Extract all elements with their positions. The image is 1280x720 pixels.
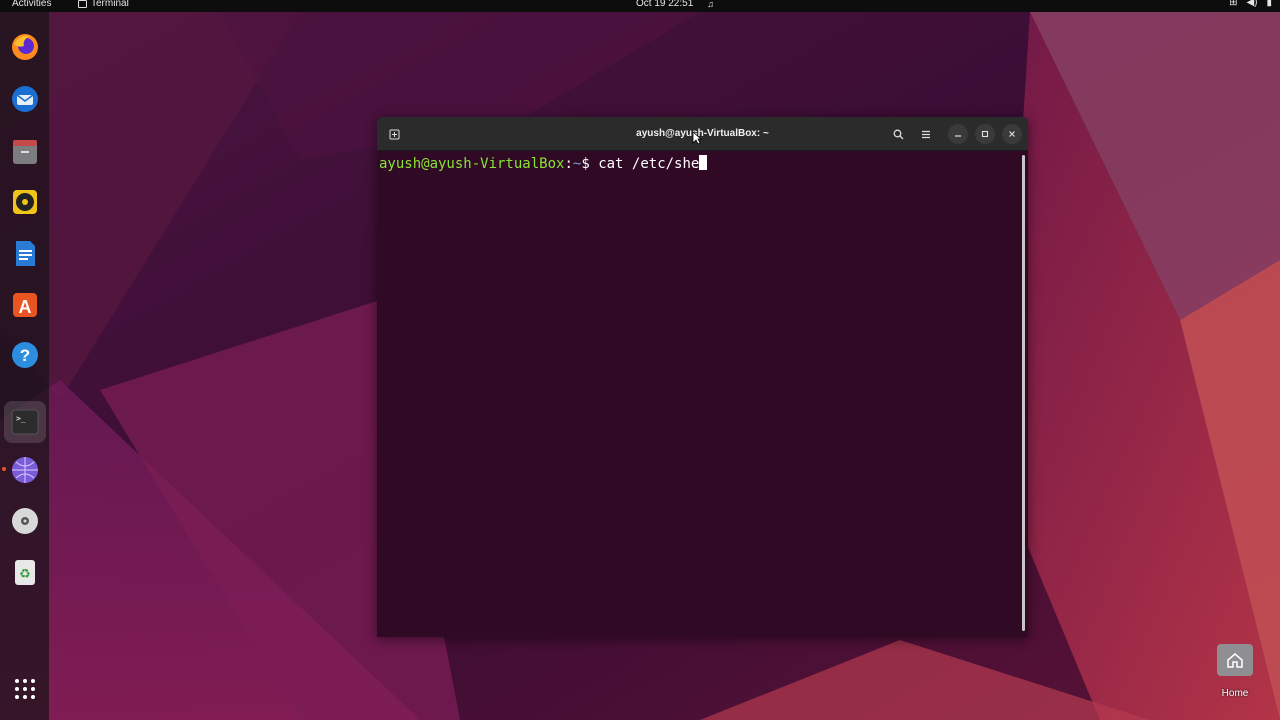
hamburger-icon — [922, 130, 930, 138]
terminal-small-icon — [78, 0, 87, 8]
minimize-button[interactable] — [948, 124, 968, 144]
menu-button[interactable] — [916, 124, 936, 144]
terminal-scrollbar[interactable] — [1022, 155, 1025, 631]
search-icon — [893, 129, 903, 139]
trash-icon[interactable]: ♻ — [8, 555, 42, 589]
top-bar: Activities Terminal Oct 19 22:51 ♫ ⊞ ◀) … — [0, 0, 1280, 12]
writer-icon[interactable] — [8, 236, 42, 270]
rhythmbox-icon[interactable] — [8, 185, 42, 219]
close-button[interactable] — [1002, 124, 1022, 144]
terminal-content[interactable]: ayush@ayush-VirtualBox:~$ cat /etc/she — [379, 155, 1020, 637]
maximize-button[interactable] — [975, 124, 995, 144]
svg-text:>_: >_ — [16, 414, 26, 423]
battery-icon: ▮ — [1266, 0, 1272, 8]
help-icon[interactable]: ? — [8, 338, 42, 372]
show-apps-icon[interactable] — [8, 672, 42, 706]
system-tray[interactable]: ⊞ ◀) ▮ — [1229, 0, 1272, 8]
files-icon[interactable] — [8, 134, 42, 168]
svg-text:A: A — [19, 297, 32, 317]
prompt-symbol: $ — [581, 156, 590, 172]
search-button[interactable] — [888, 124, 908, 144]
desktop-home-folder[interactable]: Home — [1214, 644, 1256, 699]
app-menu[interactable]: Terminal — [78, 0, 129, 9]
typed-command: cat /etc/she — [598, 156, 700, 172]
home-folder-label: Home — [1221, 688, 1249, 699]
terminal-icon[interactable]: >_ — [4, 401, 46, 443]
clock[interactable]: Oct 19 22:51 ♫ — [636, 0, 714, 9]
close-icon — [1009, 131, 1015, 137]
app-center-icon[interactable]: A — [8, 287, 42, 321]
svg-text:♻: ♻ — [19, 567, 31, 582]
terminal-prompt-line: ayush@ayush-VirtualBox:~$ cat /etc/she — [379, 155, 1020, 173]
terminal-window[interactable]: ayush@ayush-VirtualBox: ~ ayush@ayush-Vi… — [377, 117, 1028, 637]
firefox-icon[interactable] — [8, 30, 42, 64]
prompt-user: ayush@ayush-VirtualBox — [379, 156, 565, 172]
browser-icon[interactable] — [8, 453, 42, 487]
maximize-icon — [981, 130, 989, 138]
dock: A ? >_ ♻ — [0, 12, 49, 720]
mouse-pointer-icon — [692, 131, 702, 145]
svg-text:?: ? — [20, 346, 30, 365]
minimize-icon — [955, 135, 961, 137]
running-indicator — [2, 467, 6, 471]
volume-icon: ◀) — [1246, 0, 1258, 8]
prompt-separator: : — [564, 156, 573, 172]
activities-button[interactable]: Activities — [12, 0, 51, 9]
bell-icon: ♫ — [707, 0, 715, 9]
clock-label: Oct 19 22:51 — [636, 0, 694, 9]
home-folder-icon — [1217, 644, 1253, 676]
terminal-header-bar[interactable]: ayush@ayush-VirtualBox: ~ — [377, 117, 1028, 151]
thunderbird-icon[interactable] — [8, 82, 42, 116]
disc-icon[interactable] — [8, 504, 42, 538]
app-menu-label: Terminal — [91, 0, 129, 9]
network-icon: ⊞ — [1229, 0, 1238, 8]
text-cursor — [699, 155, 708, 170]
